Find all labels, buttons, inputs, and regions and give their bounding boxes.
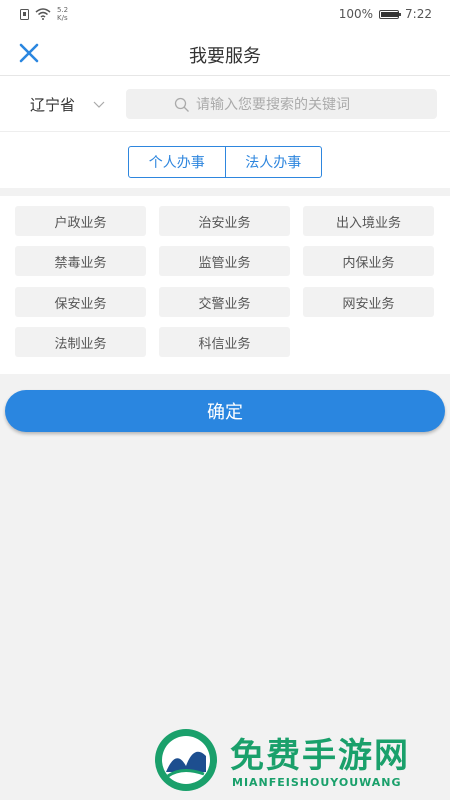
service-item-jianguan[interactable]: 监管业务 — [159, 246, 290, 276]
tab-personal[interactable]: 个人办事 — [129, 147, 225, 177]
watermark-subtitle: MIANFEISHOUYOUWANG — [232, 776, 402, 789]
clock: 7:22 — [405, 7, 432, 21]
battery-percent: 100% — [338, 7, 374, 21]
chevron-down-icon — [93, 101, 105, 108]
province-select[interactable]: 辽宁省 — [30, 94, 105, 115]
service-item-huzheng[interactable]: 户政业务 — [15, 206, 146, 236]
status-right: 100% 7:22 — [339, 7, 432, 21]
status-bar: 5.2 K/s 100% 7:22 — [0, 0, 450, 30]
service-item-jindu[interactable]: 禁毒业务 — [15, 246, 146, 276]
confirm-button[interactable]: 确定 — [5, 390, 445, 432]
header: 我要服务 — [0, 30, 450, 76]
service-item-wangan[interactable]: 网安业务 — [303, 287, 434, 317]
service-item-neibao[interactable]: 内保业务 — [303, 246, 434, 276]
watermark: 免费手游网 MIANFEISHOUYOUWANG — [152, 722, 442, 796]
service-item-jiaojing[interactable]: 交警业务 — [159, 287, 290, 317]
tabs-row: 个人办事 法人办事 — [0, 132, 450, 188]
battery-icon — [379, 9, 402, 19]
watermark-logo-icon — [155, 729, 217, 791]
battery-fill — [381, 11, 400, 17]
service-item-baoan[interactable]: 保安业务 — [15, 287, 146, 317]
notification-icon — [20, 8, 29, 20]
network-speed-unit: K/s — [57, 14, 68, 22]
service-item-zhian[interactable]: 治安业务 — [159, 206, 290, 236]
tab-group: 个人办事 法人办事 — [128, 146, 322, 178]
page-title: 我要服务 — [189, 46, 261, 67]
search-row: 辽宁省 请输入您要搜索的关键词 — [0, 76, 450, 132]
status-left: 5.2 K/s — [20, 6, 68, 22]
network-speed-value: 5.2 — [57, 6, 69, 14]
tab-corporate[interactable]: 法人办事 — [224, 147, 322, 177]
service-item-fazhi[interactable]: 法制业务 — [15, 327, 146, 357]
service-item-kexin[interactable]: 科信业务 — [159, 327, 290, 357]
network-speed: 5.2 K/s — [57, 6, 68, 22]
wifi-icon — [35, 8, 51, 20]
watermark-title: 免费手游网 — [230, 736, 410, 776]
search-icon — [174, 97, 189, 112]
province-label: 辽宁省 — [30, 96, 76, 114]
search-input[interactable]: 请输入您要搜索的关键词 — [126, 89, 437, 119]
search-placeholder: 请输入您要搜索的关键词 — [196, 97, 350, 113]
service-grid: 户政业务 治安业务 出入境业务 禁毒业务 监管业务 内保业务 保安业务 交警业务… — [0, 196, 450, 374]
service-item-churujing[interactable]: 出入境业务 — [303, 206, 434, 236]
